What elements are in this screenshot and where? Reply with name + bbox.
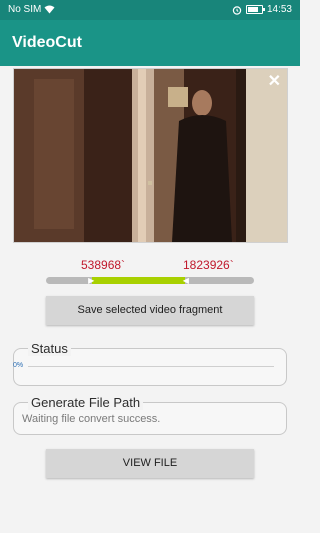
video-preview[interactable]: ✕ [13,68,288,243]
app-title: VideoCut [12,34,82,51]
progress-bar [28,366,274,367]
progress-percent: 0% [13,362,24,369]
range-start-label: 538968` [81,258,126,272]
view-file-button[interactable]: VIEW FILE [46,449,254,478]
range-end-label: 1823926` [183,258,234,272]
alarm-icon [232,5,242,15]
file-path-legend: Generate File Path [28,395,144,410]
wifi-icon [44,5,55,14]
close-icon[interactable]: ✕ [268,71,281,91]
range-slider[interactable]: ▶ ◀ [46,276,254,285]
carrier-text: No SIM [8,4,42,15]
status-legend: Status [28,341,71,356]
save-fragment-button[interactable]: Save selected video fragment [46,296,254,325]
slider-right-thumb-icon[interactable]: ◀ [181,276,190,285]
app-bar: VideoCut [0,20,300,66]
clock-text: 14:53 [266,4,292,15]
slider-selected-range [91,277,186,284]
status-bar: No SIM 14:53 [0,0,300,20]
video-frame-image [14,69,287,242]
file-path-text: Waiting file convert success. [22,413,161,425]
slider-left-thumb-icon[interactable]: ▶ [87,276,96,285]
status-panel: Status [13,341,287,386]
battery-icon [245,5,265,14]
